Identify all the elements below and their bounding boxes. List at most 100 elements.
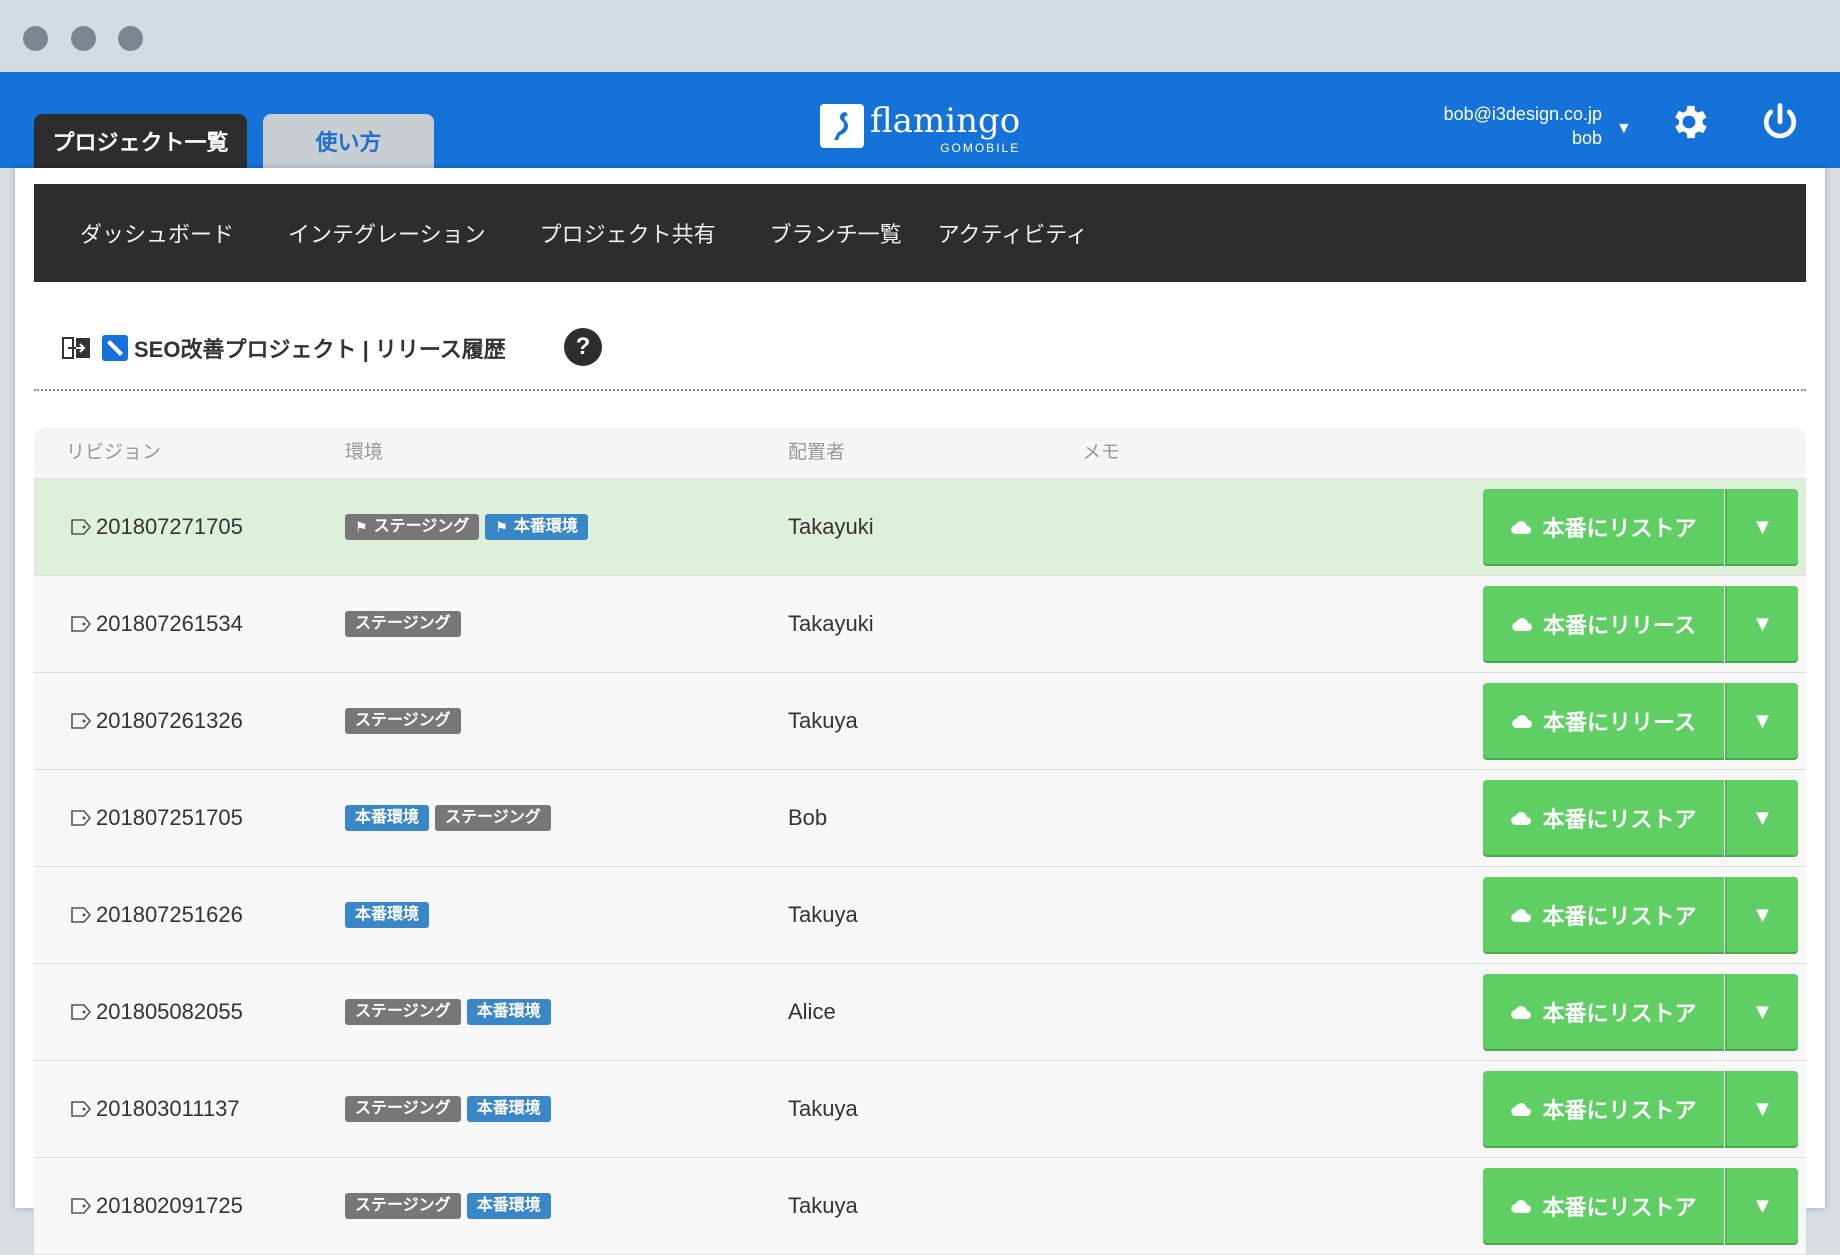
deployer-cell: Takuya xyxy=(788,708,858,733)
window-maximize-dot[interactable] xyxy=(118,26,143,51)
deploy-options-dropdown[interactable]: ▼ xyxy=(1725,877,1798,952)
table-row: 201807251705 本番環境 ステージング Bob 本番にリストア ▼ xyxy=(34,770,1806,867)
env-badge-label: ステージング xyxy=(355,712,451,729)
revision-cell[interactable]: 201807251626 xyxy=(70,867,243,963)
table-row: 201805082055 ステージング 本番環境 Alice 本番にリストア ▼ xyxy=(34,964,1806,1061)
revision-id: 201807261534 xyxy=(96,611,243,636)
env-badge-label: 本番環境 xyxy=(355,809,420,826)
env-badge-label: 本番環境 xyxy=(355,906,420,923)
caret-down-icon: ▼ xyxy=(1751,998,1774,1024)
power-icon[interactable] xyxy=(1758,100,1802,144)
cloud-icon xyxy=(1512,617,1533,631)
deploy-options-dropdown[interactable]: ▼ xyxy=(1725,1168,1798,1243)
cloud-icon xyxy=(1511,1102,1532,1116)
window-close-dot[interactable] xyxy=(23,26,48,51)
revision-cell[interactable]: 201807261534 xyxy=(70,576,243,672)
table-header: リビジョン 環境 配置者 メモ xyxy=(34,428,1806,479)
tag-icon xyxy=(71,1004,92,1020)
revision-id: 201807251626 xyxy=(96,902,243,927)
revision-cell[interactable]: 201803011137 xyxy=(70,1061,240,1157)
flamingo-logo[interactable]: flamingo GOMOBILE xyxy=(820,102,1020,158)
flamingo-logo-icon xyxy=(820,104,864,148)
revision-cell[interactable]: 201807261326 xyxy=(70,673,243,769)
deployer-cell: Takuya xyxy=(788,1193,858,1218)
project-icon xyxy=(102,335,128,361)
tab-project-list[interactable]: プロジェクト一覧 xyxy=(34,114,247,168)
deploy-action-button[interactable]: 本番にリリース xyxy=(1483,586,1724,661)
deployer-cell: Alice xyxy=(788,999,836,1024)
revision-id: 201803011137 xyxy=(96,1096,240,1121)
revision-cell[interactable]: 201802091725 xyxy=(70,1158,243,1254)
logo-sub: GOMOBILE xyxy=(940,141,1021,155)
caret-down-icon: ▼ xyxy=(1751,610,1774,636)
deploy-action-button[interactable]: 本番にリストア xyxy=(1483,489,1724,564)
tag-icon xyxy=(71,713,92,729)
window-titlebar xyxy=(0,0,1840,72)
exit-project-icon[interactable] xyxy=(62,335,92,361)
subnav-project-share[interactable]: プロジェクト共有 xyxy=(540,217,716,249)
flag-icon: ⚑ xyxy=(355,519,368,535)
deploy-options-dropdown[interactable]: ▼ xyxy=(1725,586,1798,661)
deploy-options-dropdown[interactable]: ▼ xyxy=(1725,683,1798,758)
env-badge-prod: ⚑ 本番環境 xyxy=(485,514,588,540)
subnav-integration[interactable]: インテグレーション xyxy=(288,217,486,249)
revision-id: 201807261326 xyxy=(96,708,243,733)
deploy-options-dropdown[interactable]: ▼ xyxy=(1725,780,1798,855)
deployer-cell: Takayuki xyxy=(788,611,874,636)
revision-cell[interactable]: 201807251705 xyxy=(70,770,243,866)
revision-cell[interactable]: 201805082055 xyxy=(70,964,243,1060)
table-row: 201807251626 本番環境 Takuya 本番にリストア ▼ xyxy=(34,867,1806,964)
deploy-action-label: 本番にリストア xyxy=(1542,806,1697,832)
deploy-action-button[interactable]: 本番にリストア xyxy=(1483,877,1724,952)
help-icon[interactable]: ? xyxy=(564,328,602,366)
deploy-options-dropdown[interactable]: ▼ xyxy=(1725,489,1798,564)
user-name: bob xyxy=(1571,128,1602,148)
deploy-action-button[interactable]: 本番にリリース xyxy=(1483,683,1724,758)
cloud-icon xyxy=(1511,1005,1532,1019)
deploy-action-button[interactable]: 本番にリストア xyxy=(1483,974,1724,1049)
env-badge-label: ステージング xyxy=(355,1197,451,1214)
deploy-options-dropdown[interactable]: ▼ xyxy=(1725,1071,1798,1146)
table-row: 201807271705 ⚑ ステージング ⚑ 本番環境 Takayuki 本番にリストア ▼ xyxy=(34,479,1806,576)
gear-icon[interactable] xyxy=(1667,100,1711,144)
tag-icon xyxy=(71,519,92,535)
env-badge-staging: ステージング xyxy=(435,805,551,831)
subnav-dashboard[interactable]: ダッシュボード xyxy=(80,217,234,249)
tag-icon xyxy=(71,1101,92,1117)
environment-cell: ⚑ ステージング ⚑ 本番環境 xyxy=(345,479,594,575)
subnav-activity[interactable]: アクティビティ xyxy=(938,217,1088,249)
env-badge-prod: 本番環境 xyxy=(345,902,430,928)
user-email: bob@i3design.co.jp xyxy=(1443,104,1602,124)
user-menu[interactable]: bob@i3design.co.jp bob xyxy=(1444,102,1602,150)
env-badge-label: 本番環境 xyxy=(513,518,578,535)
deploy-action-button[interactable]: 本番にリストア xyxy=(1483,1168,1724,1243)
deploy-action-button[interactable]: 本番にリストア xyxy=(1483,1071,1724,1146)
revision-cell[interactable]: 201807271705 xyxy=(70,479,243,575)
deploy-action-label: 本番にリストア xyxy=(1542,1194,1697,1220)
subnav-branches[interactable]: ブランチ一覧 xyxy=(770,217,902,249)
env-badge-label: ステージング xyxy=(373,518,470,535)
env-badge-staging: ステージング xyxy=(345,1096,461,1122)
table-row: 201803011137 ステージング 本番環境 Takuya 本番にリストア ▼ xyxy=(34,1061,1806,1158)
page-title: SEO改善プロジェクト | リリース履歴 xyxy=(62,330,506,366)
env-badge-prod: 本番環境 xyxy=(345,805,430,831)
deployer-cell: Bob xyxy=(788,805,828,830)
deploy-action-label: 本番にリストア xyxy=(1542,1000,1697,1026)
tag-icon xyxy=(71,810,92,826)
column-revision: リビジョン xyxy=(66,442,162,463)
deploy-action-label: 本番にリリース xyxy=(1543,709,1696,735)
tab-how-to[interactable]: 使い方 xyxy=(263,114,434,168)
deploy-action-button[interactable]: 本番にリストア xyxy=(1483,780,1724,855)
env-badge-prod: 本番環境 xyxy=(466,1193,551,1219)
deploy-action-label: 本番にリストア xyxy=(1542,903,1697,929)
user-menu-caret-icon[interactable]: ▼ xyxy=(1616,120,1632,138)
deploy-options-dropdown[interactable]: ▼ xyxy=(1725,974,1798,1049)
release-history-table: リビジョン 環境 配置者 メモ 201807271705 ⚑ ステージング ⚑ 本番環境… xyxy=(34,428,1806,1255)
deploy-action-label: 本番にリストア xyxy=(1542,1097,1697,1123)
window-minimize-dot[interactable] xyxy=(71,26,96,51)
deployer-cell: Takuya xyxy=(788,1096,858,1121)
env-badge-staging: ステージング xyxy=(345,611,461,637)
env-badge-label: 本番環境 xyxy=(476,1003,541,1020)
page-title-text: SEO改善プロジェクト | リリース履歴 xyxy=(134,337,506,362)
caret-down-icon: ▼ xyxy=(1751,1095,1774,1121)
